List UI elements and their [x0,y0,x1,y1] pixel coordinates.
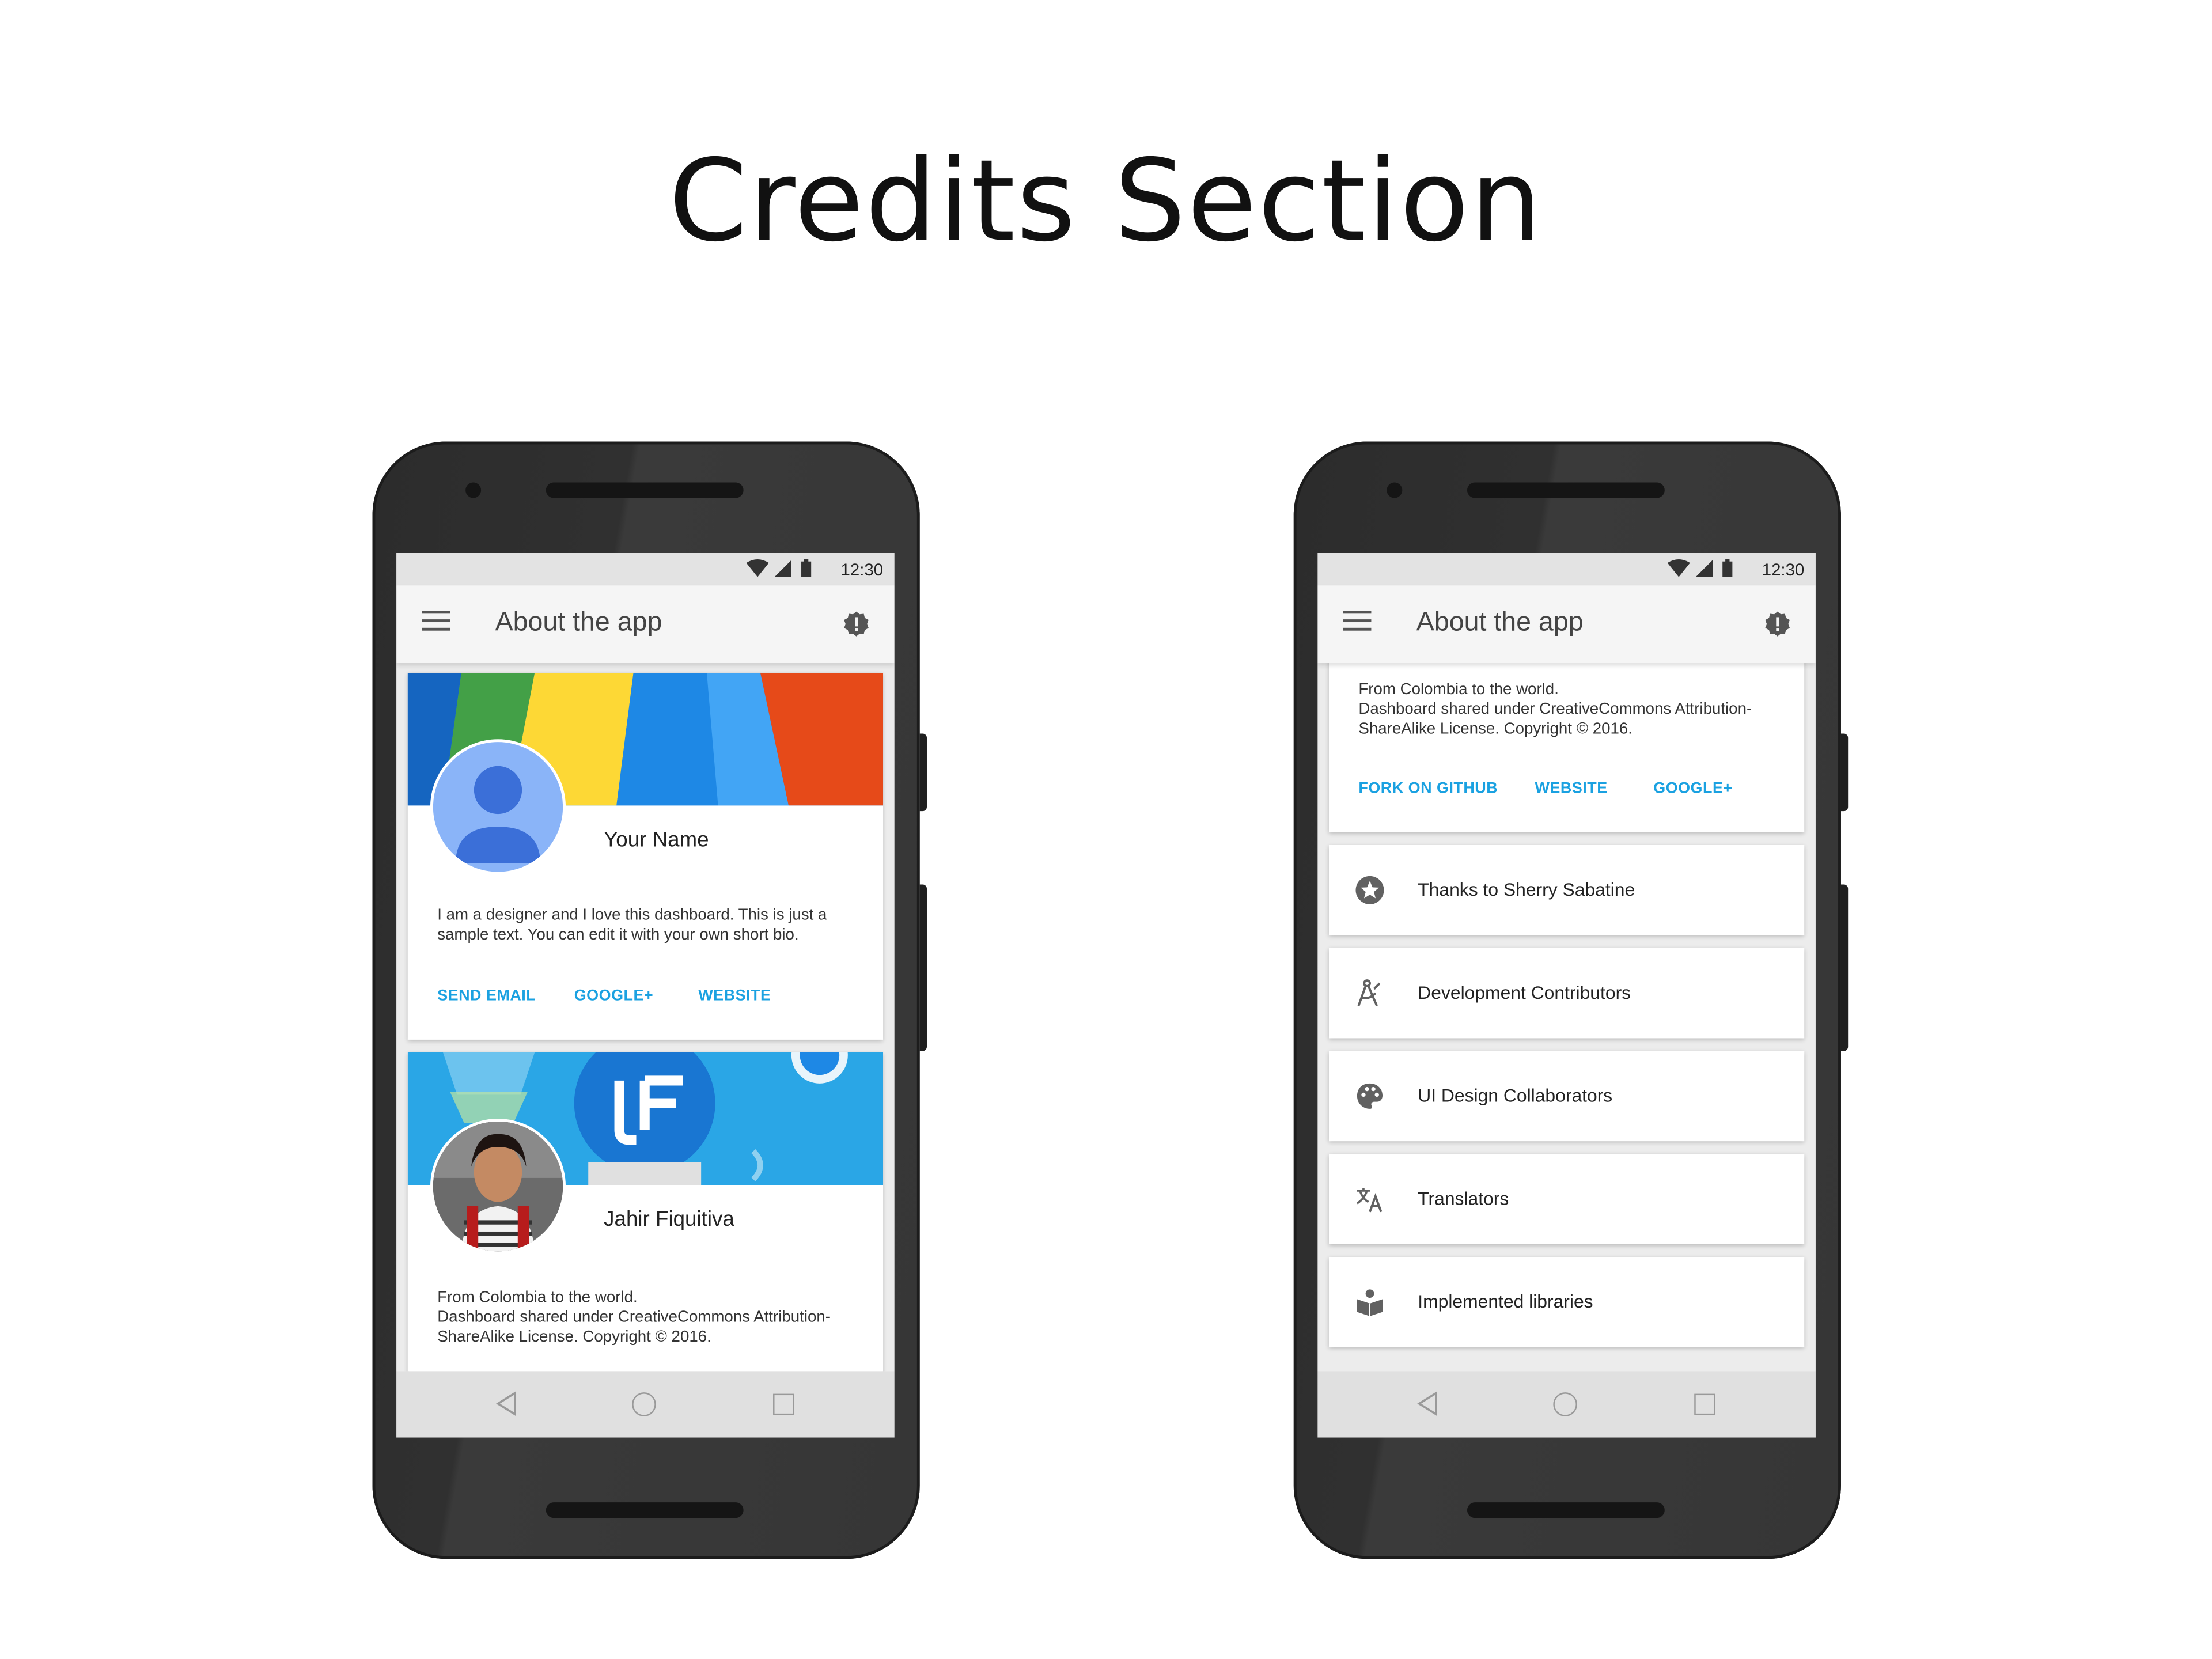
list-item-translators[interactable]: Translators [1328,1154,1805,1245]
content-scroll[interactable]: Your Name I am a designer and I love thi… [396,663,895,1372]
screen-right: 12:30 About the app From Colombia to the… [1317,553,1816,1438]
profile-card: Your Name I am a designer and I love thi… [407,673,884,1040]
app-bar: About the app [396,585,895,664]
volume-button [1840,884,1849,1051]
author-photo [433,1121,563,1252]
back-icon[interactable] [1416,1391,1439,1416]
navigation-bar [1317,1371,1816,1438]
status-time: 12:30 [1762,560,1805,580]
app-bar: About the app [1317,585,1816,664]
list-item-label: UI Design Collaborators [1418,1085,1613,1107]
author-bio: From Colombia to the world. Dashboard sh… [437,1289,831,1346]
list-item-development-contributors[interactable]: Development Contributors [1328,948,1805,1039]
send-email-button[interactable]: SEND EMAIL [437,987,536,1004]
power-button [1840,733,1849,812]
author-name: Jahir Fiquitiva [604,1207,734,1232]
google-plus-button[interactable]: GOOGLE+ [574,987,653,1004]
website-button[interactable]: WEBSITE [1535,780,1608,797]
list-item-ui-design-collaborators[interactable]: UI Design Collaborators [1328,1051,1805,1142]
list-item-implemented-libraries[interactable]: Implemented libraries [1328,1257,1805,1347]
recent-apps-icon[interactable] [773,1393,794,1415]
phone-right: 12:30 About the app From Colombia to the… [1293,441,1849,1559]
content-scroll[interactable]: From Colombia to the world. Dashboard sh… [1317,663,1816,1372]
website-button[interactable]: WEBSITE [698,987,771,1004]
app-bar-title: About the app [1416,608,1584,638]
status-icons [1667,559,1733,577]
google-plus-button[interactable]: GOOGLE+ [1653,780,1732,797]
info-badge-icon[interactable] [1763,611,1791,639]
menu-icon[interactable] [422,611,450,633]
status-time: 12:30 [840,560,884,580]
menu-icon[interactable] [1343,611,1372,633]
power-button [919,733,927,812]
list-item-label: Thanks to Sherry Sabatine [1418,878,1635,900]
front-camera [1387,482,1403,498]
author-avatar [430,1119,566,1255]
author-card: From Colombia to the world. Dashboard sh… [1328,663,1805,832]
list-item-label: Implemented libraries [1418,1290,1593,1312]
palette-icon [1357,1083,1383,1109]
list-item-label: Translators [1418,1188,1509,1209]
compass-drafting-icon [1357,979,1381,1006]
star-circle-icon [1355,876,1384,904]
fork-on-github-button[interactable]: FORK ON GITHUB [1358,780,1498,797]
navigation-bar [396,1371,895,1438]
profile-name: Your Name [604,828,709,853]
top-speaker [1467,482,1665,498]
status-bar: 12:30 [396,553,895,586]
translate-icon [1356,1188,1382,1213]
person-icon [456,766,540,863]
list-item-label: Development Contributors [1418,982,1631,1003]
home-icon[interactable] [632,1392,656,1416]
app-bar-title: About the app [495,608,662,638]
back-icon[interactable] [495,1391,518,1416]
bottom-speaker [1467,1502,1665,1518]
front-camera [465,482,482,498]
recent-apps-icon[interactable] [1694,1393,1715,1415]
library-book-icon [1357,1289,1383,1316]
screen-left: 12:30 About the app Your Name I am a des… [396,553,895,1438]
avatar-placeholder [430,739,566,875]
author-card: Jahir Fiquitiva From Colombia to the wor… [407,1052,884,1372]
bottom-speaker [546,1502,744,1518]
status-bar: 12:30 [1317,553,1816,586]
list-item-thanks[interactable]: Thanks to Sherry Sabatine [1328,844,1805,935]
phone-left: 12:30 About the app Your Name I am a des… [372,441,927,1559]
page-title: Credits Section [668,135,1544,267]
home-icon[interactable] [1553,1392,1577,1416]
author-bio: From Colombia to the world. Dashboard sh… [1358,681,1752,738]
profile-bio: I am a designer and I love this dashboar… [437,907,827,944]
volume-button [919,884,927,1051]
top-speaker [546,482,744,498]
status-icons [746,559,812,577]
info-badge-icon[interactable] [842,611,870,639]
